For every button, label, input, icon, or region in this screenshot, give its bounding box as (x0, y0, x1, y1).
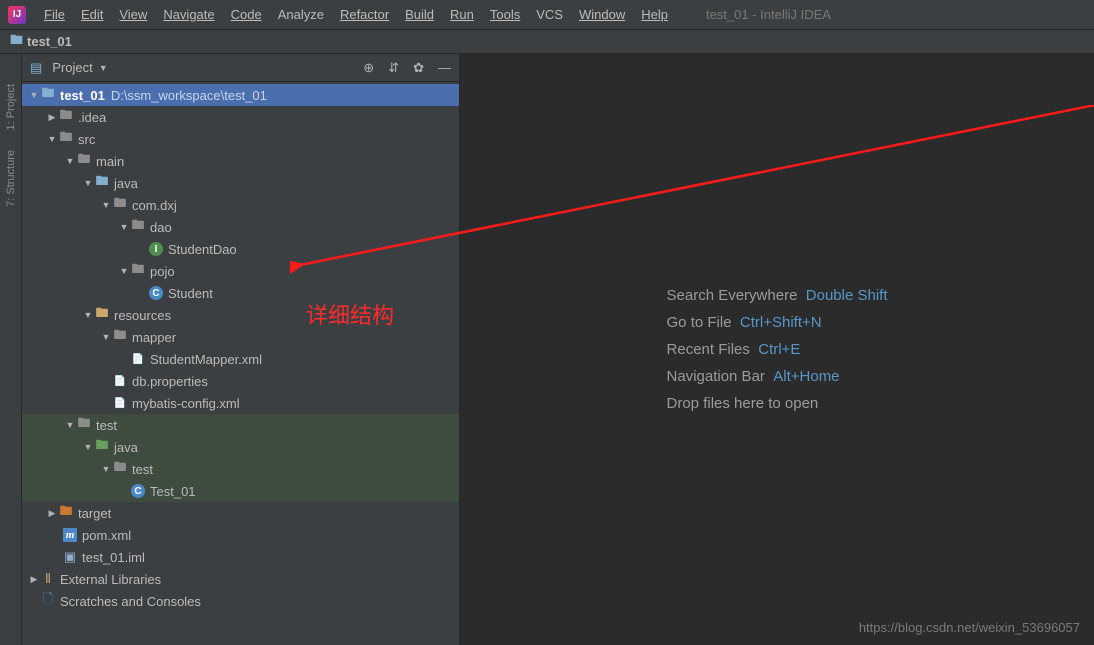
tree-comdxj[interactable]: ▼🖿com.dxj (22, 194, 459, 216)
tip-navbar-key: Alt+Home (773, 368, 839, 385)
tree-iml[interactable]: ▣test_01.iml (22, 546, 459, 568)
menu-file[interactable]: File (36, 7, 73, 22)
tree-external-libraries[interactable]: ▶⫴External Libraries (22, 568, 459, 590)
tree-java[interactable]: ▼🖿java (22, 172, 459, 194)
tree-dao[interactable]: ▼🖿dao (22, 216, 459, 238)
menu-navigate[interactable]: Navigate (155, 7, 222, 22)
tool-strip: 1: Project 7: Structure (0, 54, 22, 645)
annotation-text: 详细结构 (306, 298, 394, 330)
menu-bar: IJ File Edit View Navigate Code Analyze … (0, 0, 1094, 30)
tip-search-label: Search Everywhere (667, 287, 798, 304)
menu-code[interactable]: Code (223, 7, 270, 22)
tree-test[interactable]: ▼🖿test (22, 414, 459, 436)
tip-gotofile-key: Ctrl+Shift+N (740, 314, 822, 331)
tip-gotofile-label: Go to File (667, 314, 732, 331)
menu-build[interactable]: Build (397, 7, 442, 22)
tree-dbprops[interactable]: 📄db.properties (22, 370, 459, 392)
tree-pom[interactable]: mpom.xml (22, 524, 459, 546)
menu-run[interactable]: Run (442, 7, 482, 22)
menu-vcs[interactable]: VCS (528, 7, 571, 22)
editor-tips: Search Everywhere Double Shift Go to Fil… (667, 277, 888, 422)
toolstrip-project[interactable]: 1: Project (5, 74, 17, 140)
toolstrip-structure[interactable]: 7: Structure (5, 140, 17, 217)
tree-test01class[interactable]: CTest_01 (22, 480, 459, 502)
tree-root[interactable]: ▼🖿 test_01 D:\ssm_workspace\test_01 (22, 84, 459, 106)
watermark: https://blog.csdn.net/weixin_53696057 (859, 620, 1080, 635)
menu-help[interactable]: Help (633, 7, 676, 22)
tip-drop: Drop files here to open (667, 395, 819, 412)
menu-window[interactable]: Window (571, 7, 633, 22)
menu-view[interactable]: View (111, 7, 155, 22)
tree-target[interactable]: ▶🖿target (22, 502, 459, 524)
tree-src[interactable]: ▼🖿src (22, 128, 459, 150)
hide-icon[interactable]: — (438, 60, 451, 76)
breadcrumb-project[interactable]: test_01 (27, 34, 72, 49)
tree-studentdao[interactable]: IStudentDao (22, 238, 459, 260)
project-panel: ▤ Project ▼ ⊕ ⇵ ✿ — ▼🖿 test_01 D:\ssm_wo… (22, 54, 460, 645)
gear-icon[interactable]: ✿ (413, 60, 424, 76)
breadcrumb: 🖿 test_01 (0, 30, 1094, 54)
tree-mybatisconfig[interactable]: 📄mybatis-config.xml (22, 392, 459, 414)
tree-idea[interactable]: ▶🖿.idea (22, 106, 459, 128)
panel-title[interactable]: Project (52, 60, 92, 75)
panel-header: ▤ Project ▼ ⊕ ⇵ ✿ — (22, 54, 459, 82)
tree-pojo[interactable]: ▼🖿pojo (22, 260, 459, 282)
project-tree: ▼🖿 test_01 D:\ssm_workspace\test_01 ▶🖿.i… (22, 82, 459, 645)
tree-javatest[interactable]: ▼🖿java (22, 436, 459, 458)
tip-search-key: Double Shift (806, 287, 888, 304)
editor-empty: Search Everywhere Double Shift Go to Fil… (460, 54, 1094, 645)
tip-navbar-label: Navigation Bar (667, 368, 765, 385)
chevron-down-icon[interactable]: ▼ (99, 63, 108, 73)
menu-refactor[interactable]: Refactor (332, 7, 397, 22)
window-title: test_01 - IntelliJ IDEA (706, 7, 831, 22)
tree-studentmapperxml[interactable]: 📄StudentMapper.xml (22, 348, 459, 370)
tip-recent-key: Ctrl+E (758, 341, 800, 358)
menu-edit[interactable]: Edit (73, 7, 111, 22)
tree-scratches[interactable]: 🗋Scratches and Consoles (22, 590, 459, 612)
tree-main[interactable]: ▼🖿main (22, 150, 459, 172)
menu-tools[interactable]: Tools (482, 7, 528, 22)
app-icon: IJ (8, 6, 26, 24)
collapse-icon[interactable]: ⇵ (388, 60, 399, 76)
tip-recent-label: Recent Files (667, 341, 750, 358)
menu-analyze[interactable]: Analyze (270, 7, 332, 22)
tree-testpkg[interactable]: ▼🖿test (22, 458, 459, 480)
folder-icon: 🖿 (10, 31, 23, 53)
locate-icon[interactable]: ⊕ (363, 60, 374, 76)
panel-icon: ▤ (30, 60, 42, 76)
